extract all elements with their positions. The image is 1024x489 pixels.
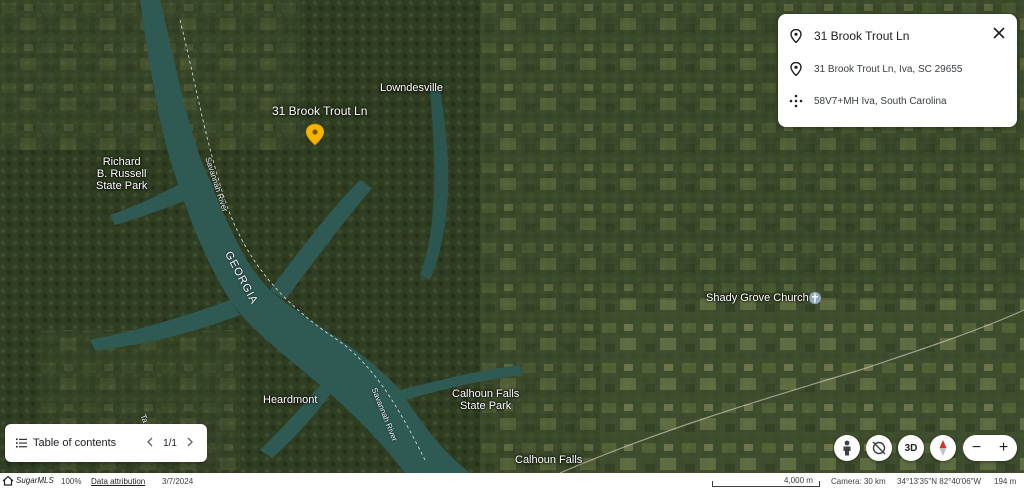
imagery-date: 3/7/2024 (162, 477, 194, 486)
compass-icon (939, 440, 947, 456)
toc-label[interactable]: Table of contents (33, 437, 116, 449)
card-address-row[interactable]: 31 Brook Trout Ln, Iva, SC 29655 (778, 58, 1017, 80)
camera-altitude: Camera: 30 km (831, 477, 886, 486)
place-label-lowndesville[interactable]: Lowndesville (380, 82, 443, 94)
chevron-right-icon (187, 437, 193, 446)
photo-off-icon (872, 441, 886, 455)
label-line: B. Russell (96, 168, 147, 180)
elevation: 194 m (994, 477, 1017, 486)
map-viewport[interactable]: 31 Brook Trout Ln Lowndesville Richard B… (0, 0, 1024, 489)
zoom-level: 100% (61, 477, 82, 486)
status-bar: SugarMLS 100% Data attribution 3/7/2024 … (0, 473, 1024, 489)
street-view-button[interactable] (834, 435, 860, 461)
card-title-row: 31 Brook Trout Ln (778, 24, 1017, 48)
place-label-calhoun-falls[interactable]: Calhoun Falls (515, 454, 582, 466)
place-label-shady-grove-church[interactable]: Shady Grove Church (706, 292, 809, 304)
page-indicator: 1/1 (163, 437, 177, 449)
compass-button[interactable] (930, 435, 956, 461)
card-plus-code-row[interactable]: 58V7+MH Iva, South Carolina (778, 90, 1017, 112)
house-logo-icon (2, 475, 14, 486)
label-line: Richard (102, 156, 141, 168)
close-icon (993, 27, 1005, 39)
pin-label[interactable]: 31 Brook Trout Ln (272, 104, 367, 118)
place-label-heardmont[interactable]: Heardmont (263, 394, 317, 406)
church-marker-icon (809, 292, 821, 304)
card-plus-code: 58V7+MH Iva, South Carolina (814, 95, 947, 107)
scale-bar (712, 481, 820, 487)
list-icon (16, 438, 27, 448)
close-button[interactable] (991, 25, 1007, 41)
card-title: 31 Brook Trout Ln (814, 29, 910, 43)
chevron-left-icon (147, 437, 153, 446)
photos-layer-button[interactable] (866, 435, 892, 461)
zoom-controls: − + (963, 435, 1017, 461)
place-label-richard-russell[interactable]: Richard B. Russell State Park (96, 156, 147, 192)
label-line: State Park (96, 180, 148, 192)
address-pin-icon (778, 62, 814, 76)
pegman-icon (843, 440, 851, 456)
logo-text: SugarMLS (16, 476, 54, 485)
place-info-card: 31 Brook Trout Ln 31 Brook Trout Ln, Iva… (778, 14, 1017, 127)
zoom-out-button[interactable]: − (963, 435, 990, 461)
toc-pager: 1/1 (147, 424, 193, 462)
plus-code-icon (778, 94, 814, 108)
zoom-in-button[interactable]: + (990, 435, 1017, 461)
data-attribution-link[interactable]: Data attribution (91, 477, 145, 486)
place-pin-icon (778, 29, 814, 43)
card-address: 31 Brook Trout Ln, Iva, SC 29655 (814, 63, 963, 75)
place-label-calhoun-falls-park[interactable]: Calhoun Falls State Park (452, 388, 519, 412)
3d-toggle-button[interactable]: 3D (898, 435, 924, 461)
prev-page-button[interactable] (147, 437, 153, 450)
next-page-button[interactable] (187, 437, 193, 450)
label-line: State Park (459, 400, 512, 412)
label-line: Calhoun Falls (452, 388, 520, 400)
table-of-contents-panel[interactable]: Table of contents 1/1 (5, 424, 207, 462)
cursor-coordinates: 34°13'35"N 82°40'06"W (897, 477, 982, 486)
mls-logo: SugarMLS (2, 475, 54, 486)
